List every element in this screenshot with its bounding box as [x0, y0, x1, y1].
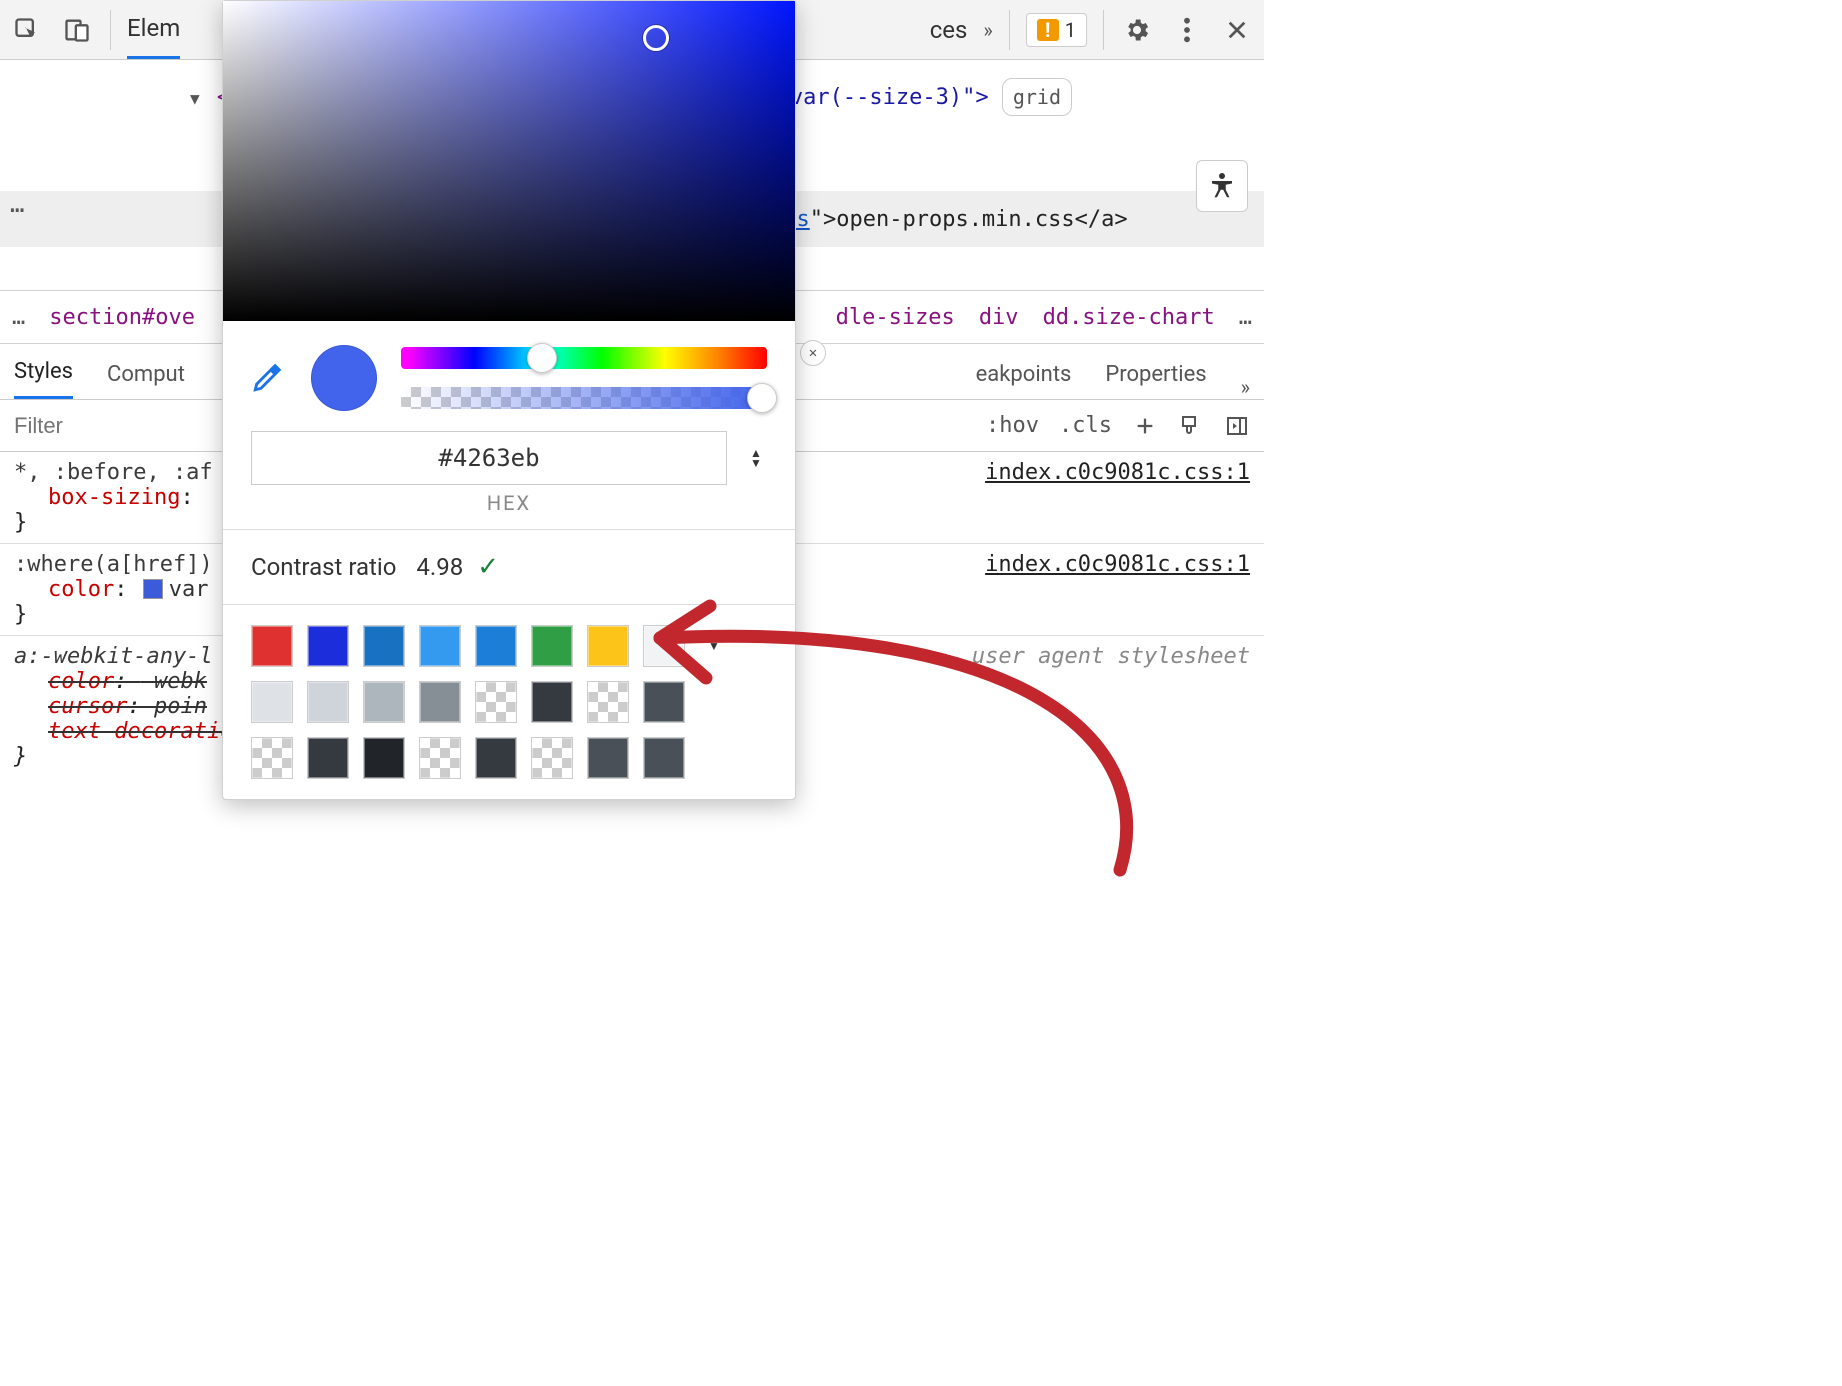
color-picker-popover: ▲ ▼ HEX Contrast ratio 4.98 ✓ ▲ ▼: [222, 0, 796, 800]
stepper-down-icon: ▼: [708, 641, 720, 651]
palette-swatch[interactable]: [307, 737, 349, 779]
breadcrumb-ellipsis[interactable]: …: [1239, 305, 1252, 330]
palette-stepper[interactable]: ▲ ▼: [703, 631, 725, 651]
tab-sources-partial[interactable]: ces: [930, 16, 968, 44]
breadcrumb-item[interactable]: div: [979, 305, 1019, 330]
hue-slider[interactable]: [401, 347, 767, 369]
sv-handle[interactable]: [643, 25, 669, 51]
palette-swatch[interactable]: [643, 681, 685, 723]
css-property-name[interactable]: box-sizing: [48, 485, 180, 510]
css-property-name[interactable]: color: [48, 577, 114, 602]
css-property-name: cursor: [48, 694, 127, 719]
issues-badge[interactable]: ! 1: [1026, 13, 1087, 47]
palette-swatch[interactable]: [419, 737, 461, 779]
color-palette: ▲ ▼: [223, 605, 795, 799]
color-swatch[interactable]: [143, 579, 163, 599]
css-selector: a:-webkit-any-l: [14, 644, 213, 669]
dom-attr-fragment: var(--size-3)">: [790, 85, 989, 110]
palette-swatch[interactable]: [643, 625, 685, 667]
palette-swatch[interactable]: [363, 737, 405, 779]
css-selector: *, :before, :af: [14, 460, 213, 485]
color-format-stepper[interactable]: ▲ ▼: [745, 448, 767, 468]
more-tabs-chevron-icon[interactable]: »: [983, 18, 992, 42]
new-rule-plus-icon[interactable]: [1132, 413, 1158, 439]
hex-label: HEX: [223, 491, 795, 529]
breadcrumb-item[interactable]: dd.size-chart: [1043, 305, 1215, 330]
palette-swatch[interactable]: [475, 625, 517, 667]
palette-swatch[interactable]: [251, 625, 293, 667]
css-source-link[interactable]: index.c0c9081c.css:1: [985, 552, 1250, 577]
hue-slider-handle[interactable]: [527, 343, 557, 373]
warning-icon: !: [1037, 19, 1059, 41]
css-value-fragment: poin: [154, 694, 207, 719]
subtab-styles[interactable]: Styles: [14, 359, 73, 399]
close-pill-icon[interactable]: ✕: [800, 340, 826, 366]
palette-swatch[interactable]: [419, 681, 461, 723]
toolbar-separator: [110, 10, 111, 50]
toolbar-separator: [1103, 10, 1104, 50]
palette-swatch[interactable]: [475, 737, 517, 779]
breadcrumb-item[interactable]: section#ove: [49, 305, 195, 330]
stepper-down-icon: ▼: [750, 458, 762, 468]
breadcrumb-item[interactable]: dle-sizes: [836, 305, 955, 330]
kebab-menu-icon[interactable]: [1170, 13, 1204, 47]
tab-elements[interactable]: Elem: [127, 14, 180, 59]
check-icon: ✓: [477, 552, 499, 582]
palette-swatch[interactable]: [587, 625, 629, 667]
palette-swatch[interactable]: [531, 625, 573, 667]
css-property-name: text-decoration: [48, 719, 247, 744]
css-value-fragment[interactable]: var: [169, 577, 209, 602]
disclosure-triangle-icon[interactable]: ▼: [190, 89, 200, 108]
eyedropper-icon[interactable]: [251, 360, 287, 396]
subtab-properties[interactable]: Properties: [1105, 362, 1206, 399]
accessibility-icon[interactable]: [1196, 160, 1248, 212]
palette-swatch[interactable]: [363, 681, 405, 723]
device-toggle-icon[interactable]: [60, 13, 94, 47]
more-subtabs-chevron-icon[interactable]: »: [1241, 375, 1250, 399]
palette-swatch[interactable]: [307, 625, 349, 667]
palette-swatch[interactable]: [307, 681, 349, 723]
css-selector: :where(a[href]): [14, 552, 213, 577]
palette-swatch[interactable]: [531, 737, 573, 779]
inspect-icon[interactable]: [10, 13, 44, 47]
saturation-value-field[interactable]: [223, 1, 795, 321]
contrast-ratio-row[interactable]: Contrast ratio 4.98 ✓: [223, 529, 795, 605]
palette-swatch[interactable]: [587, 681, 629, 723]
current-color-swatch: [311, 345, 377, 411]
hover-toggle[interactable]: :hov: [986, 413, 1039, 438]
css-source-link[interactable]: index.c0c9081c.css:1: [985, 460, 1250, 485]
palette-swatch[interactable]: [251, 681, 293, 723]
palette-swatch[interactable]: [419, 625, 461, 667]
toolbar-separator: [1009, 10, 1010, 50]
contrast-ratio-label: Contrast ratio: [251, 553, 396, 581]
hex-input[interactable]: [251, 431, 727, 485]
palette-swatch[interactable]: [587, 737, 629, 779]
subtab-computed[interactable]: Comput: [107, 362, 185, 399]
palette-swatch[interactable]: [363, 625, 405, 667]
close-icon[interactable]: [1220, 13, 1254, 47]
dom-ellipsis[interactable]: …: [10, 190, 24, 218]
dom-text: ">open-props.min.css</a>: [810, 207, 1128, 232]
css-property-name: color: [48, 669, 114, 694]
cls-toggle[interactable]: .cls: [1059, 413, 1112, 438]
palette-swatch[interactable]: [643, 737, 685, 779]
palette-swatch[interactable]: [531, 681, 573, 723]
paint-brush-icon[interactable]: [1178, 413, 1204, 439]
subtab-breakpoints[interactable]: eakpoints: [976, 362, 1072, 399]
toggle-sidebar-icon[interactable]: [1224, 413, 1250, 439]
alpha-slider-handle[interactable]: [747, 383, 777, 413]
palette-swatch[interactable]: [251, 737, 293, 779]
grid-badge[interactable]: grid: [1002, 78, 1072, 116]
alpha-slider[interactable]: [401, 387, 767, 409]
palette-swatch[interactable]: [475, 681, 517, 723]
settings-gear-icon[interactable]: [1120, 13, 1154, 47]
breadcrumb-ellipsis[interactable]: …: [12, 305, 25, 330]
contrast-ratio-value: 4.98: [416, 553, 463, 581]
css-value-fragment: -webk: [141, 669, 207, 694]
issues-count: 1: [1065, 18, 1076, 42]
